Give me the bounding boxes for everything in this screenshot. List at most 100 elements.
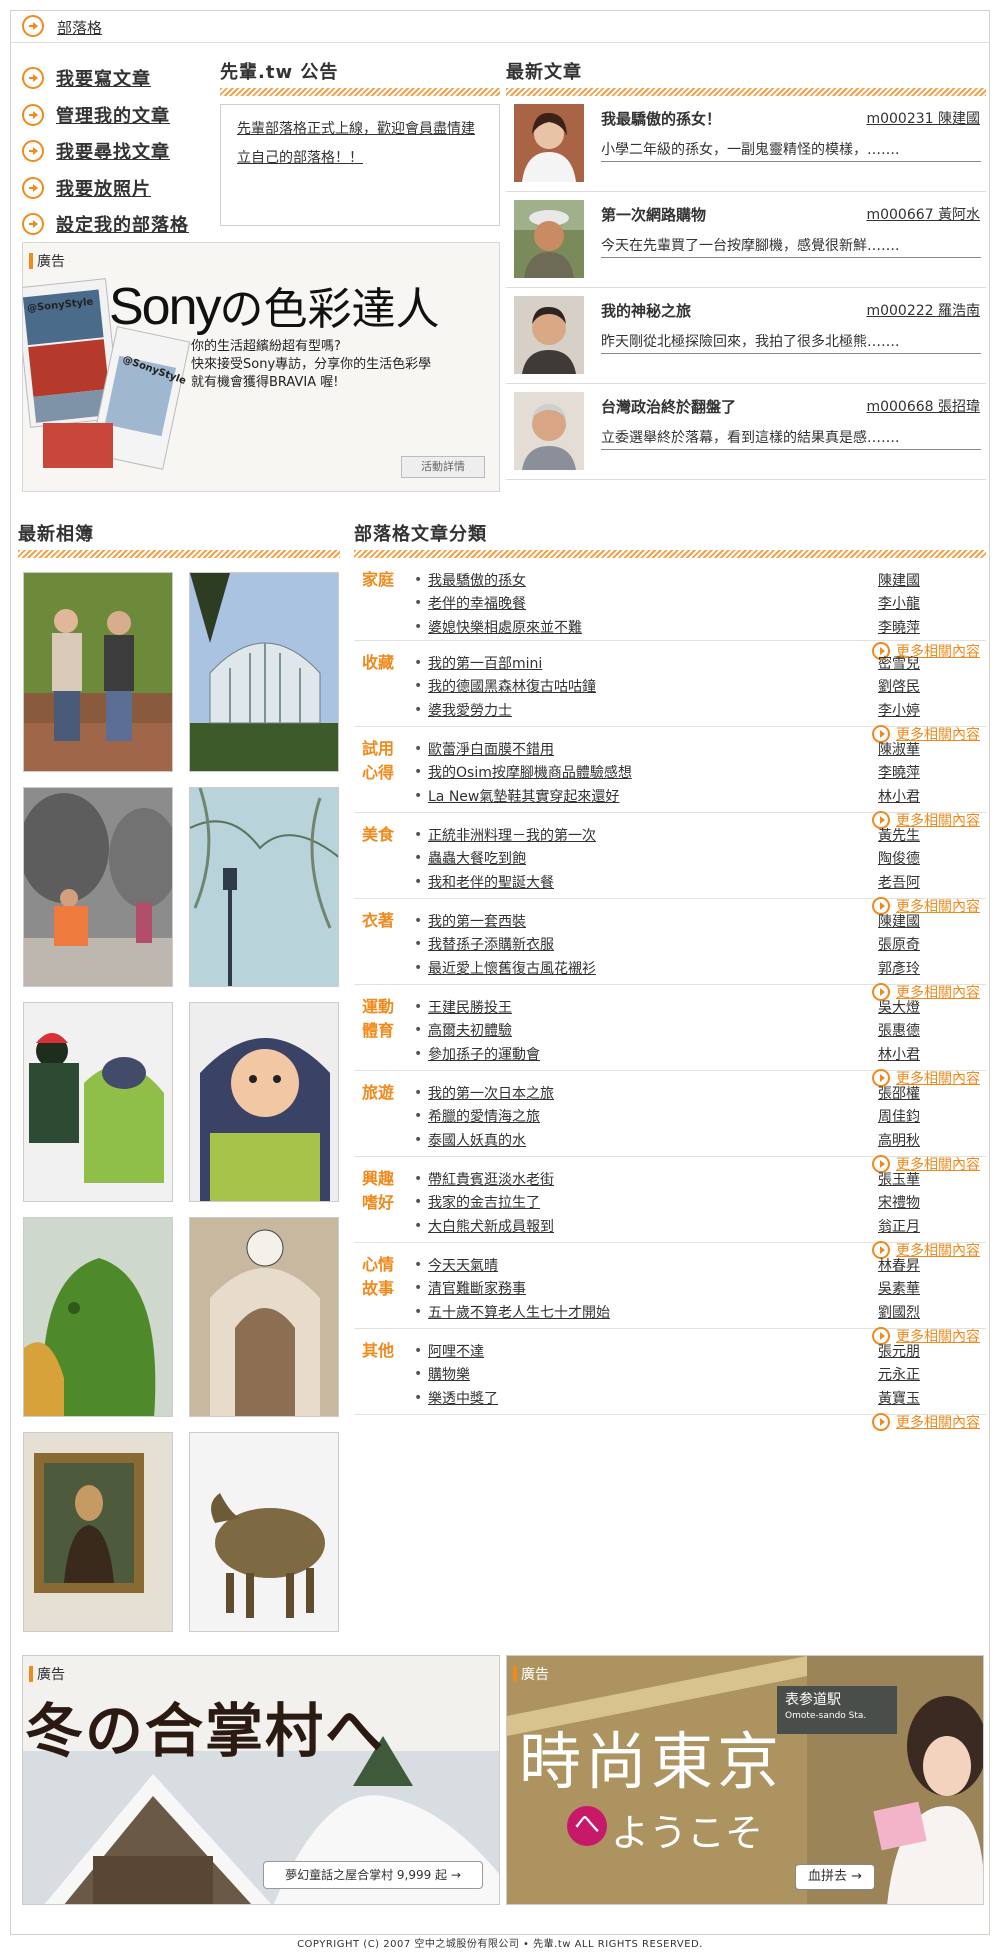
nav-label[interactable]: 管理我的文章	[56, 102, 170, 128]
category-article-author[interactable]: 黃先生	[878, 825, 986, 845]
sony-ad-banner[interactable]: 廣告 @SonyStyle @SonyStyle Sonyの色彩達人 你的生活超…	[22, 242, 500, 492]
category-article-author[interactable]: 吳大燈	[878, 997, 986, 1017]
category-article-link[interactable]: 我的第一次日本之旅	[428, 1083, 878, 1103]
category-article-author[interactable]: 周佳鈞	[878, 1106, 986, 1126]
category-article-author[interactable]: 高明秋	[878, 1130, 986, 1150]
category-article-link[interactable]: 希臘的愛情海之旅	[428, 1106, 878, 1126]
category-article-link[interactable]: 今天天氣晴	[428, 1255, 878, 1275]
category-article-author[interactable]: 劉啓民	[878, 676, 986, 696]
article-card[interactable]: 我最驕傲的孫女！ m000231 陳建國 小學二年級的孫女，一副鬼靈精怪的模樣，…	[506, 96, 986, 192]
category-article-link[interactable]: 婆我愛勞力士	[428, 700, 878, 720]
album-thumbnail[interactable]	[189, 787, 339, 987]
tokyo-ad[interactable]: 廣告 表参道駅 Omote-sando Sta. 時尚東京 へ ようこそ 血拼去…	[506, 1655, 984, 1905]
album-thumbnail[interactable]	[23, 787, 173, 987]
category-article-author[interactable]: 李曉萍	[878, 762, 986, 782]
category-article-author[interactable]: 郭彥玲	[878, 958, 986, 978]
category-article-author[interactable]: 翁正月	[878, 1216, 986, 1236]
article-author[interactable]: m000667 黃阿水	[866, 204, 980, 224]
category-name[interactable]: 試用心得	[362, 737, 404, 785]
category-article-author[interactable]: 張邵權	[878, 1083, 986, 1103]
article-excerpt[interactable]: 今天在先輩買了一台按摩腳機，感覺很新鮮…….	[601, 235, 981, 258]
category-article-author[interactable]: 陳建國	[878, 570, 986, 590]
category-article-author[interactable]: 密雪兒	[878, 653, 986, 673]
category-article-author[interactable]: 黃寶玉	[878, 1388, 986, 1408]
category-name[interactable]: 運動體育	[362, 995, 404, 1043]
article-excerpt[interactable]: 昨天剛從北極探險回來，我拍了很多北極熊…….	[601, 331, 981, 354]
category-article-author[interactable]: 元永正	[878, 1364, 986, 1384]
category-article-link[interactable]: 蟲蟲大餐吃到飽	[428, 848, 878, 868]
category-article-author[interactable]: 林春昇	[878, 1255, 986, 1275]
category-article-link[interactable]: 王建民勝投王	[428, 997, 878, 1017]
article-author[interactable]: m000231 陳建國	[866, 108, 980, 128]
album-thumbnail[interactable]	[189, 1002, 339, 1202]
category-article-link[interactable]: 我的德國黑森林復古咕咕鐘	[428, 676, 878, 696]
category-article-link[interactable]: 婆媳快樂相處原來並不難	[428, 617, 878, 637]
album-thumbnail[interactable]	[23, 572, 173, 772]
category-name[interactable]: 家庭	[362, 568, 404, 592]
category-article-author[interactable]: 林小君	[878, 786, 986, 806]
category-article-link[interactable]: 五十歲不算老人生七十才開始	[428, 1302, 878, 1322]
category-article-link[interactable]: 我替孫子添購新衣服	[428, 934, 878, 954]
article-author[interactable]: m000668 張招瑋	[866, 396, 980, 416]
category-article-link[interactable]: 購物樂	[428, 1364, 878, 1384]
article-title[interactable]: 我最驕傲的孫女！	[601, 108, 721, 129]
category-article-author[interactable]: 老吾阿	[878, 872, 986, 892]
category-name[interactable]: 衣著	[362, 909, 404, 933]
category-article-author[interactable]: 陶俊德	[878, 848, 986, 868]
album-thumbnail[interactable]	[189, 1217, 339, 1417]
category-article-author[interactable]: 陳建國	[878, 911, 986, 931]
category-article-author[interactable]: 張原奇	[878, 934, 986, 954]
category-name[interactable]: 旅遊	[362, 1081, 404, 1105]
category-article-link[interactable]: 我的第一百部mini	[428, 653, 878, 673]
more-content-link[interactable]: 更多相關內容	[896, 1412, 980, 1432]
category-article-link[interactable]: 老伴的幸福晚餐	[428, 593, 878, 613]
category-article-link[interactable]: 參加孫子的運動會	[428, 1044, 878, 1064]
category-article-author[interactable]: 劉國烈	[878, 1302, 986, 1322]
category-article-link[interactable]: 我的Osim按摩腳機商品體驗感想	[428, 762, 878, 782]
category-article-author[interactable]: 張惠德	[878, 1020, 986, 1040]
article-title[interactable]: 我的神秘之旅	[601, 300, 691, 321]
nav-label[interactable]: 我要尋找文章	[56, 138, 170, 164]
category-article-author[interactable]: 林小君	[878, 1044, 986, 1064]
ad-detail-button[interactable]: 活動詳情	[401, 456, 485, 478]
article-card[interactable]: 台灣政治終於翻盤了 m000668 張招瑋 立委選舉終於落幕，看到這樣的結果真是…	[506, 384, 986, 480]
album-thumbnail[interactable]	[23, 1217, 173, 1417]
category-article-author[interactable]: 李小婷	[878, 700, 986, 720]
article-author[interactable]: m000222 羅浩南	[866, 300, 980, 320]
category-article-link[interactable]: La New氣墊鞋其實穿起來還好	[428, 786, 878, 806]
nav-label[interactable]: 我要放照片	[56, 175, 151, 201]
nav-item-search[interactable]: 我要尋找文章	[22, 133, 212, 170]
category-article-author[interactable]: 吳素華	[878, 1278, 986, 1298]
tokyo-button[interactable]: 血拼去 →	[795, 1864, 875, 1890]
nav-item-write[interactable]: 我要寫文章	[22, 60, 212, 97]
category-article-link[interactable]: 最近愛上懷舊復古風花襯衫	[428, 958, 878, 978]
category-article-author[interactable]: 陳淑華	[878, 739, 986, 759]
article-card[interactable]: 我的神秘之旅 m000222 羅浩南 昨天剛從北極探險回來，我拍了很多北極熊………	[506, 288, 986, 384]
gassho-village-ad[interactable]: 廣告 冬の合掌村へ 夢幻童話之屋合掌村 9,999 起 →	[22, 1655, 500, 1905]
nav-item-manage[interactable]: 管理我的文章	[22, 97, 212, 134]
category-article-link[interactable]: 泰國人妖真的水	[428, 1130, 878, 1150]
breadcrumb-link[interactable]: 部落格	[57, 17, 102, 38]
category-name[interactable]: 收藏	[362, 651, 404, 675]
category-article-link[interactable]: 我的第一套西裝	[428, 911, 878, 931]
category-article-author[interactable]: 李曉萍	[878, 617, 986, 637]
album-thumbnail[interactable]	[23, 1432, 173, 1632]
category-article-author[interactable]: 張元朋	[878, 1341, 986, 1361]
gassho-button[interactable]: 夢幻童話之屋合掌村 9,999 起 →	[263, 1861, 483, 1889]
category-article-author[interactable]: 張玉華	[878, 1169, 986, 1189]
category-name[interactable]: 興趣嗜好	[362, 1167, 404, 1215]
album-thumbnail[interactable]	[23, 1002, 173, 1202]
category-article-link[interactable]: 樂透中獎了	[428, 1388, 878, 1408]
category-name[interactable]: 其他	[362, 1339, 404, 1363]
category-article-link[interactable]: 我最驕傲的孫女	[428, 570, 878, 590]
category-article-link[interactable]: 大白熊犬新成員報到	[428, 1216, 878, 1236]
nav-item-settings[interactable]: 設定我的部落格	[22, 206, 212, 243]
nav-label[interactable]: 設定我的部落格	[56, 211, 189, 237]
article-excerpt[interactable]: 立委選舉終於落幕，看到這樣的結果真是感…….	[601, 427, 981, 450]
album-thumbnail[interactable]	[189, 1432, 339, 1632]
category-article-link[interactable]: 歐蕾淨白面膜不錯用	[428, 739, 878, 759]
category-article-link[interactable]: 帶紅貴賓逛淡水老街	[428, 1169, 878, 1189]
category-article-link[interactable]: 清官難斷家務事	[428, 1278, 878, 1298]
article-excerpt[interactable]: 小學二年級的孫女，一副鬼靈精怪的模樣，…….	[601, 139, 981, 162]
article-card[interactable]: 第一次網路購物 m000667 黃阿水 今天在先輩買了一台按摩腳機，感覺很新鮮……	[506, 192, 986, 288]
